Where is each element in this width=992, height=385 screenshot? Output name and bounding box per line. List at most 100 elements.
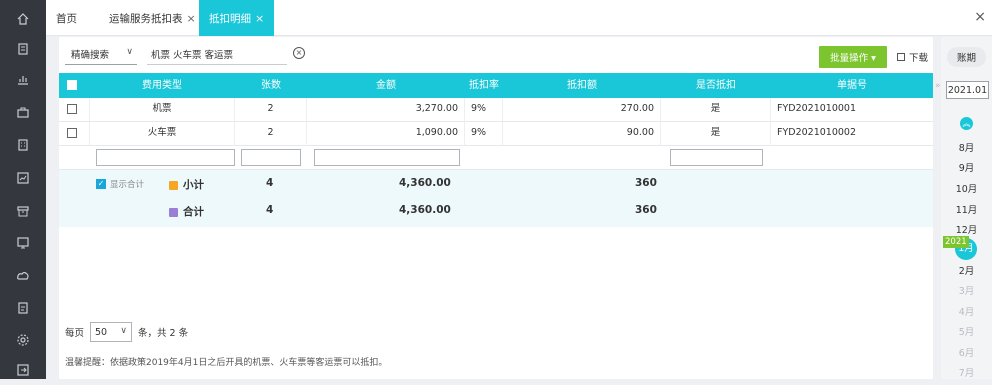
show-total-toggle[interactable]: ✓ 显示合计 — [96, 178, 144, 190]
month-item[interactable]: 8月 — [941, 140, 992, 154]
search-mode-label: 精确搜索 — [71, 49, 110, 61]
filter-count-input[interactable] — [241, 149, 301, 166]
period-button[interactable]: 账期 — [947, 47, 986, 67]
filter-is-deduct-input[interactable] — [670, 149, 763, 166]
chevron-down-icon: ∨ — [126, 47, 133, 57]
subtotal-label: 小计 — [183, 179, 204, 191]
invoice-icon[interactable] — [0, 293, 46, 323]
tab-deduction-detail[interactable]: 抵扣明细 × — [199, 0, 275, 36]
settings-icon[interactable] — [0, 325, 46, 355]
cell-is-deduct: 是 — [661, 122, 771, 146]
home-icon[interactable] — [0, 4, 46, 34]
month-item[interactable]: 2月 — [941, 263, 992, 277]
year-badge: 2021 — [943, 236, 969, 248]
cell-amount: 3,270.00 — [307, 98, 465, 122]
pager-prefix: 每页 — [65, 328, 85, 339]
select-all-checkbox[interactable] — [67, 80, 77, 90]
search-mode-select[interactable]: 精确搜索 ∨ — [65, 43, 137, 65]
close-icon[interactable]: × — [255, 12, 264, 25]
month-item: 7月 — [958, 368, 975, 379]
search-input[interactable] — [147, 43, 287, 65]
total-deduct: 360 — [635, 204, 657, 216]
cell-deduct: 90.00 — [503, 122, 661, 146]
show-total-label: 显示合计 — [110, 180, 145, 190]
current-period[interactable]: 2021.01 — [946, 81, 989, 99]
total-count: 4 — [266, 204, 274, 216]
table-header: 费用类型 张数 金额 抵扣率 抵扣额 是否抵扣 单据号 — [59, 73, 933, 98]
subtotal-amount: 4,360.00 — [399, 177, 451, 189]
pager-summary: 条，共 2 条 — [138, 328, 189, 339]
tab-bar: 首页 运输服务抵扣表 × 抵扣明细 × × — [46, 0, 992, 36]
column-header[interactable]: 费用类型 — [89, 73, 235, 98]
cell-type: 机票 — [89, 98, 235, 122]
cell-type: 火车票 — [89, 122, 235, 146]
collapse-arrow-icon[interactable]: » — [935, 81, 941, 91]
tab-home[interactable]: 首页 — [46, 0, 87, 36]
chevron-up-icon[interactable]: ︽ — [960, 117, 973, 130]
archive-icon[interactable] — [0, 196, 46, 226]
page-size-select[interactable]: 50 ∨ — [90, 322, 133, 342]
cell-rate: 9% — [465, 98, 503, 122]
close-all-icon[interactable]: × — [974, 9, 986, 25]
page-size-value: 50 — [95, 326, 108, 338]
pager: 每页 50 ∨ 条，共 2 条 — [65, 322, 188, 342]
export-icon[interactable] — [0, 355, 46, 385]
month-item: 3月 — [958, 286, 975, 297]
clear-icon[interactable]: × — [293, 47, 305, 59]
cell-rate: 9% — [465, 122, 503, 146]
report-icon[interactable] — [0, 163, 46, 193]
cell-doc-no: FYD2021010001 — [777, 103, 857, 114]
tab-label: 运输服务抵扣表 — [109, 12, 183, 25]
period-column: 账期 2021.01 ︽ 8月 9月 10月 11月 12月 1月 2021 2… — [941, 37, 992, 379]
subtotal-deduct: 360 — [635, 177, 657, 189]
month-item[interactable]: 12月 — [941, 222, 992, 236]
monitor-icon[interactable] — [0, 228, 46, 258]
month-item[interactable]: 10月 — [941, 181, 992, 195]
checkbox-checked-icon: ✓ — [96, 179, 106, 189]
cell-count: 2 — [235, 122, 307, 146]
column-header[interactable]: 张数 — [235, 73, 307, 98]
tip-text: 温馨提醒：依据政策2019年4月1日之后开具的机票、火车票等客运票可以抵扣。 — [65, 358, 388, 368]
month-item: 6月 — [958, 348, 975, 359]
column-header[interactable]: 是否抵扣 — [661, 73, 771, 98]
filter-type-input[interactable] — [96, 149, 235, 166]
column-header[interactable]: 抵扣额 — [503, 73, 661, 98]
table-row[interactable]: 机票 2 3,270.00 9% 270.00 是 FYD2021010001 — [59, 98, 933, 122]
column-header[interactable]: 单据号 — [771, 73, 933, 98]
total-label: 合计 — [183, 206, 204, 218]
table-row[interactable]: 火车票 2 1,090.00 9% 90.00 是 FYD2021010002 — [59, 122, 933, 146]
wallet-icon[interactable] — [0, 97, 46, 127]
download-icon — [897, 53, 905, 61]
tab-transport-deduction[interactable]: 运输服务抵扣表 × — [99, 0, 206, 36]
cell-amount: 1,090.00 — [307, 122, 465, 146]
row-checkbox[interactable] — [67, 128, 77, 138]
download-button[interactable]: 下载 — [897, 50, 928, 64]
subtotal-count: 4 — [266, 177, 274, 189]
month-item: 4月 — [958, 307, 975, 318]
close-icon[interactable]: × — [187, 12, 196, 25]
search-bar: 精确搜索 ∨ × 批量操作 ▾ 下载 — [59, 37, 933, 73]
column-header[interactable]: 抵扣率 — [465, 73, 503, 98]
month-item[interactable]: 9月 — [941, 160, 992, 174]
month-item: 5月 — [958, 327, 975, 338]
column-header[interactable]: 金额 — [307, 73, 465, 98]
batch-operation-button[interactable]: 批量操作 ▾ — [819, 46, 887, 68]
filter-amount-input[interactable] — [314, 149, 460, 166]
cell-doc-no: FYD2021010002 — [777, 127, 857, 138]
total-amount: 4,360.00 — [399, 204, 451, 216]
subtotal-icon — [169, 181, 178, 190]
sidebar — [0, 0, 46, 379]
month-item[interactable]: 11月 — [941, 202, 992, 216]
main-panel: 精确搜索 ∨ × 批量操作 ▾ 下载 费用类型 张数 金额 抵扣率 抵扣额 是否… — [59, 37, 933, 379]
filter-row — [59, 146, 933, 170]
cell-deduct: 270.00 — [503, 98, 661, 122]
document-icon[interactable] — [0, 34, 46, 64]
cell-is-deduct: 是 — [661, 98, 771, 122]
cloud-icon[interactable] — [0, 261, 46, 291]
tab-label: 首页 — [56, 12, 77, 25]
download-label: 下载 — [909, 53, 929, 64]
cell-count: 2 — [235, 98, 307, 122]
building-icon[interactable] — [0, 130, 46, 160]
chart-icon[interactable] — [0, 64, 46, 94]
row-checkbox[interactable] — [67, 104, 77, 114]
